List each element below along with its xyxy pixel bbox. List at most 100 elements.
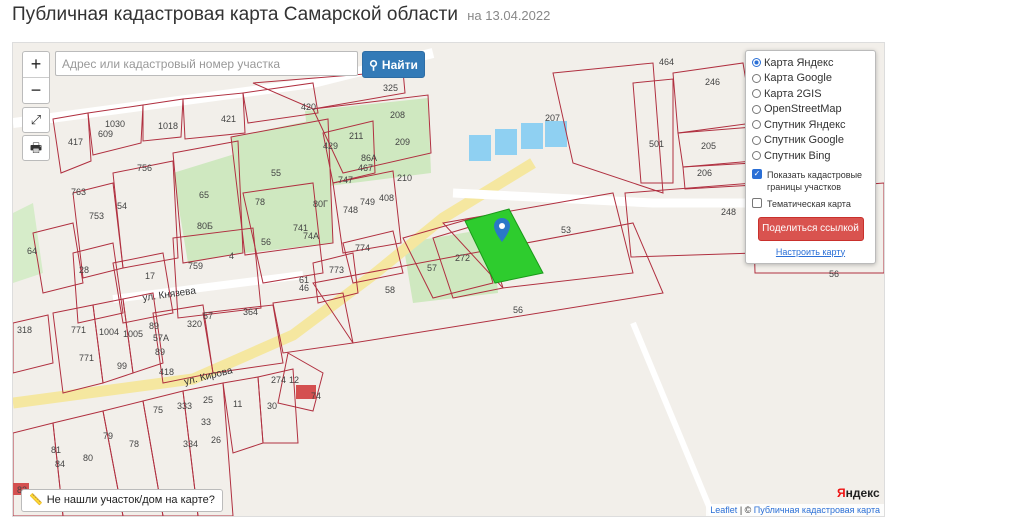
radio-icon[interactable] <box>752 104 761 114</box>
parcel-label: 248 <box>721 207 736 217</box>
thematic-map-label: Тематическая карта <box>767 198 851 209</box>
parcel-label: 78 <box>255 197 265 207</box>
layer-option-google-satellite[interactable]: Спутник Google <box>752 133 869 149</box>
parcel-label: 89 <box>149 321 159 331</box>
printer-icon: 🖶 <box>29 140 43 155</box>
parcel-label: 56 <box>261 237 271 247</box>
parcel-label: 756 <box>137 163 152 173</box>
layer-option-google-map[interactable]: Карта Google <box>752 71 869 87</box>
parcel-label: 207 <box>545 113 560 123</box>
water <box>521 123 543 149</box>
layer-option-2gis-map[interactable]: Карта 2GIS <box>752 86 869 102</box>
checkbox-icon[interactable] <box>752 197 762 208</box>
parcel-label: 609 <box>98 129 113 139</box>
layer-option-label: Спутник Google <box>764 134 844 147</box>
print-button[interactable]: 🖶 <box>22 135 50 161</box>
parcel-label: 210 <box>397 173 412 183</box>
parcel-label: 771 <box>71 325 86 335</box>
search-input[interactable] <box>55 51 358 76</box>
leaflet-link[interactable]: Leaflet <box>710 505 737 515</box>
parcel-label: 429 <box>323 141 338 151</box>
find-button-label: Найти <box>381 57 418 72</box>
parcel-label: 56 <box>829 269 839 279</box>
map-attribution: Leaflet | © Публичная кадастровая карта <box>706 504 884 516</box>
parcel-label: 12 <box>289 375 299 385</box>
parcel-label: 64 <box>27 246 37 256</box>
layer-switcher: Карта Яндекс Карта Google Карта 2GIS Ope… <box>745 50 876 264</box>
parcel-label: 747 <box>338 175 353 185</box>
parcel-label: 81 <box>51 445 61 455</box>
parcel-label: 84 <box>55 459 65 469</box>
parcel-label: 325 <box>383 83 398 93</box>
parcel-label: 753 <box>89 211 104 221</box>
layer-option-label: Карта 2GIS <box>764 87 822 100</box>
layer-option-label: Карта Google <box>764 72 832 85</box>
zoom-in-button[interactable]: + <box>23 52 49 77</box>
find-button[interactable]: ⚲ Найти <box>362 51 425 78</box>
layer-option-label: Спутник Яндекс <box>764 118 846 131</box>
radio-icon[interactable] <box>752 89 761 99</box>
share-link-button[interactable]: Поделиться ссылкой <box>757 216 864 241</box>
water <box>545 121 567 147</box>
parcel-label: 1018 <box>158 121 178 131</box>
zoom-control: + − <box>22 51 50 104</box>
street-label-knyazeva: ул. Князева <box>142 286 197 304</box>
parcel-label: 86А <box>361 153 377 163</box>
parcel-label: 773 <box>329 265 344 275</box>
parcel-label: 75 <box>153 405 163 415</box>
not-found-label: Не нашли участок/дом на карте? <box>46 494 215 506</box>
cadastral-map[interactable]: 325 420 421 1018 1030 609 417 208 211 20… <box>12 42 885 517</box>
parcel-label: 333 <box>177 401 192 411</box>
page-title: Публичная кадастровая карта Самарской об… <box>12 4 550 26</box>
fullscreen-button[interactable]: ⤢ <box>22 107 50 133</box>
fullscreen-icon: ⤢ <box>30 112 42 127</box>
parcel-label: 55 <box>271 168 281 178</box>
attribution-separator: | © <box>737 505 754 515</box>
parcel-label: 33 <box>201 417 211 427</box>
parcel-label: 78 <box>129 439 139 449</box>
parcel-label: 206 <box>697 168 712 178</box>
parcel-label: 246 <box>705 77 720 87</box>
location-marker-icon[interactable] <box>494 218 510 247</box>
parcel-label: 749 <box>360 197 375 207</box>
parcel-label: 205 <box>701 141 716 151</box>
parcel-label: 774 <box>355 243 370 253</box>
thematic-map-checkbox-row[interactable]: Тематическая карта <box>752 197 869 210</box>
radio-icon[interactable] <box>752 120 761 130</box>
parcel-label: 74А <box>303 231 319 241</box>
radio-icon[interactable] <box>752 151 761 161</box>
radio-icon[interactable] <box>752 58 761 68</box>
parcel-label: 417 <box>68 137 83 147</box>
layer-option-yandex-satellite[interactable]: Спутник Яндекс <box>752 117 869 133</box>
show-boundaries-checkbox-row[interactable]: ✓ Показать кадастровые границы участков <box>752 168 869 193</box>
parcel-label: 80Г <box>313 199 328 209</box>
parcel-label: 57 <box>427 263 437 273</box>
setup-map-link[interactable]: Настроить карту <box>752 247 869 257</box>
layer-option-bing-satellite[interactable]: Спутник Bing <box>752 148 869 164</box>
layer-option-yandex-map[interactable]: Карта Яндекс <box>752 55 869 71</box>
parcel-label: 771 <box>79 353 94 363</box>
layer-option-osm[interactable]: OpenStreetMap <box>752 102 869 118</box>
radio-icon[interactable] <box>752 73 761 83</box>
zoom-out-button[interactable]: − <box>23 77 49 103</box>
parcel-label: 467 <box>358 163 373 173</box>
parcel-label: 57А <box>153 333 169 343</box>
layer-option-label: Карта Яндекс <box>764 56 834 69</box>
parcel-label: 320 <box>187 319 202 329</box>
parcel-label: 26 <box>211 435 221 445</box>
not-found-button[interactable]: 📏 Не нашли участок/дом на карте? <box>21 489 223 512</box>
parcel-label: 79 <box>103 431 113 441</box>
checkbox-checked-icon[interactable]: ✓ <box>752 168 762 179</box>
parcel-label: 4 <box>229 251 234 261</box>
parcel-label: 25 <box>203 395 213 405</box>
parcel-label: 99 <box>117 361 127 371</box>
green-area <box>173 153 243 263</box>
cadastral-source-link[interactable]: Публичная кадастровая карта <box>754 505 880 515</box>
parcel-label: 272 <box>455 253 470 263</box>
radio-icon[interactable] <box>752 135 761 145</box>
page-title-text: Публичная кадастровая карта Самарской об… <box>12 4 458 25</box>
parcel-label: 65 <box>199 190 209 200</box>
parcel-label: 501 <box>649 139 664 149</box>
parcel-label: 57 <box>203 311 213 321</box>
parcel-label: 748 <box>343 205 358 215</box>
